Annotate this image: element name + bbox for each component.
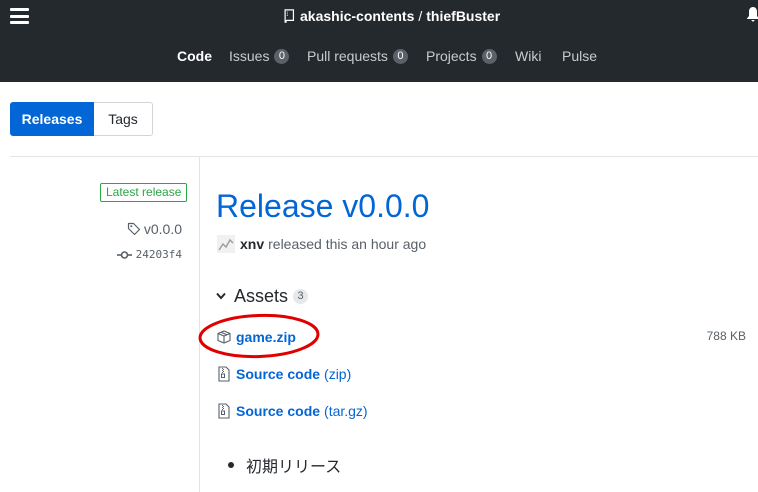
repo-name-link[interactable]: thiefBuster <box>426 8 500 24</box>
repo-title: akashic-contents / thiefBuster <box>284 6 500 26</box>
repo-owner-link[interactable]: akashic-contents <box>300 8 414 24</box>
assets-counter: 3 <box>293 288 309 304</box>
release-time-text: released this an hour ago <box>268 236 427 252</box>
release-author[interactable]: xnv <box>240 236 264 252</box>
nav-tab-code[interactable]: Code <box>177 44 212 68</box>
release-commit-link[interactable]: 24203f4 <box>116 248 182 261</box>
release-meta: xnv released this an hour ago <box>217 234 426 254</box>
asset-name: Source code <box>236 366 321 382</box>
nav-tab-label: Pull requests <box>307 48 388 64</box>
avatar[interactable] <box>217 235 235 253</box>
tag-icon <box>127 222 140 236</box>
release-title[interactable]: Release v0.0.0 <box>216 186 429 226</box>
nav-tab-projects[interactable]: Projects 0 <box>426 44 497 68</box>
vertical-divider <box>199 157 200 492</box>
package-icon <box>217 330 231 344</box>
assets-label: Assets <box>234 285 289 306</box>
tab-tags[interactable]: Tags <box>94 102 153 136</box>
release-tag-link[interactable]: v0.0.0 <box>127 221 182 237</box>
nav-tab-label: Code <box>177 48 212 64</box>
asset-format: (tar.gz) <box>324 403 368 419</box>
repo-icon <box>284 9 295 23</box>
commit-icon <box>116 250 132 259</box>
bell-icon[interactable] <box>746 6 758 22</box>
assets-toggle[interactable]: Assets 3 <box>216 285 309 307</box>
nav-tab-label: Pulse <box>562 48 598 64</box>
nav-tab-issues[interactable]: Issues 0 <box>229 44 290 68</box>
projects-counter: 0 <box>481 48 497 64</box>
file-zip-icon <box>218 403 230 419</box>
hamburger-menu-icon[interactable] <box>10 8 29 24</box>
nav-tab-wiki[interactable]: Wiki <box>515 44 541 68</box>
bullet-icon <box>228 462 234 468</box>
nav-tab-label: Projects <box>426 48 477 64</box>
latest-release-badge: Latest release <box>100 183 188 202</box>
asset-row: Source code (tar.gz) <box>217 401 368 421</box>
horizontal-divider <box>10 156 758 157</box>
asset-download-link[interactable]: game.zip <box>236 329 296 345</box>
issues-counter: 0 <box>274 48 290 64</box>
releases-tags-tabs: Releases Tags <box>10 102 153 136</box>
nav-tab-pulse[interactable]: Pulse <box>562 44 597 68</box>
repo-nav: Code Issues 0 Pull requests 0 Projects 0… <box>0 44 758 68</box>
app-header: akashic-contents / thiefBuster Code Issu… <box>0 0 758 82</box>
asset-name: Source code <box>236 403 321 419</box>
asset-download-link[interactable]: Source code (tar.gz) <box>236 403 368 419</box>
release-tag-label: v0.0.0 <box>143 221 182 237</box>
asset-download-link[interactable]: Source code (zip) <box>236 366 351 382</box>
release-commit-sha: 24203f4 <box>135 248 182 261</box>
nav-tab-label: Issues <box>229 48 270 64</box>
nav-tab-pull-requests[interactable]: Pull requests 0 <box>307 44 408 68</box>
asset-size: 788 KB <box>706 329 746 343</box>
file-zip-icon <box>218 366 230 382</box>
nav-tab-label: Wiki <box>515 48 542 64</box>
release-notes-text: 初期リリース <box>246 459 342 476</box>
asset-row: Source code (zip) <box>217 364 351 384</box>
release-notes-item: 初期リリース <box>228 454 341 476</box>
repo-separator: / <box>418 8 423 24</box>
chevron-down-icon <box>216 292 226 300</box>
asset-name: game.zip <box>236 329 296 345</box>
pull-requests-counter: 0 <box>392 48 408 64</box>
asset-format: (zip) <box>324 366 352 382</box>
tab-releases[interactable]: Releases <box>10 102 94 136</box>
asset-row: game.zip <box>217 327 296 347</box>
